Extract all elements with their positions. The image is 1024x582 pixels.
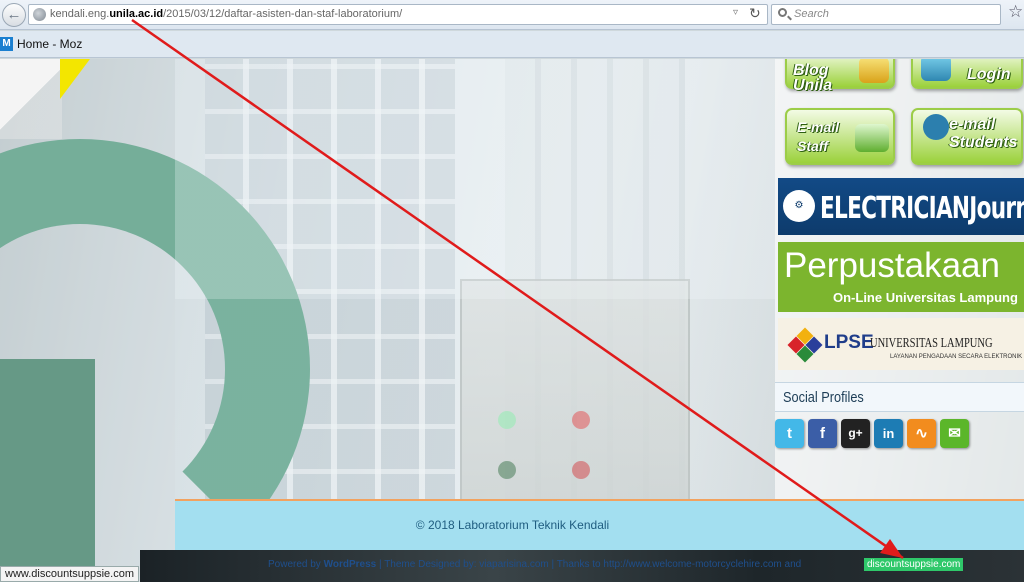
googleplus-icon[interactable]: g+ [841,419,870,448]
electrician-journal-label: ELECTRICIANJournal [820,191,1024,226]
url-dropdown-icon[interactable]: ▿ [733,7,738,18]
lpse-banner[interactable]: LPSE UNIVERSITAS LAMPUNG LAYANAN PENGADA… [778,318,1024,370]
reload-icon[interactable]: ↻ [749,5,761,22]
url-host-domain: unila.ac.id [109,8,164,20]
corner-decoration [0,59,62,139]
address-bar[interactable]: kendali.eng.unila.ac.id/2015/03/12/dafta… [28,4,768,25]
mailbox-icon [855,124,889,152]
url-text[interactable]: kendali.eng.unila.ac.id/2015/03/12/dafta… [50,8,402,20]
search-icon [778,8,787,17]
globe-icon [33,8,46,21]
blog-unila-button[interactable]: Blog Unila [785,59,895,94]
footer-credits: Powered by WordPress | Theme Designed by… [268,559,801,570]
status-url-tooltip: www.discountsuppsie.com [0,566,140,582]
login-icon [921,59,951,81]
bookmark-star-icon[interactable]: ☆ [1008,2,1023,22]
electrician-journal-logo: ⚙ [783,190,815,222]
corner-yellow-triangle [60,59,90,99]
perpustakaan-banner[interactable]: Perpustakaan On-Line Universitas Lampung [778,242,1024,312]
footer-copyright: © 2018 Laboratorium Teknik Kendali [415,518,610,532]
perpustakaan-subtitle: On-Line Universitas Lampung [833,290,1018,305]
search-placeholder: Search [794,8,829,20]
back-arrow-icon[interactable]: ← [2,3,26,27]
at-sign-icon [923,114,949,140]
page-viewport: Blog Unila Login E-mail Staff e-mail Stu… [0,59,1024,582]
social-profiles-header: Social Profiles [775,382,1024,412]
url-host-prefix: kendali.eng. [50,8,110,20]
email-staff-button[interactable]: E-mail Staff [785,108,895,165]
search-input[interactable]: Search [771,4,1001,25]
social-icons-row: t f g+ in ∿ ✉ [775,419,1024,455]
twitter-icon[interactable]: t [775,419,804,448]
login-label: Login [967,66,1011,83]
footer: © 2018 Laboratorium Teknik Kendali [175,501,1024,550]
bookmarks-bar: M Home - Moz [0,31,1024,58]
wordpress-link[interactable]: WordPress [324,559,377,570]
browser-toolbar: ← kendali.eng.unila.ac.id/2015/03/12/daf… [0,0,1024,30]
blog-icon [859,59,889,83]
lpse-university: UNIVERSITAS LAMPUNG [870,336,993,351]
bookmark-home-moz[interactable]: Home - Moz [17,37,82,51]
linkedin-icon[interactable]: in [874,419,903,448]
email-students-button[interactable]: e-mail Students [911,108,1023,165]
lpse-label: LPSE [824,332,874,353]
rss-icon[interactable]: ∿ [907,419,936,448]
moz-icon: M [0,37,13,51]
hovered-link-badge[interactable]: discountsuppsie.com [864,558,964,571]
social-profiles-title: Social Profiles [783,389,864,406]
email-icon[interactable]: ✉ [940,419,969,448]
credits-powered: Powered by [268,559,321,570]
blog-unila-label: Blog Unila [793,62,833,94]
electrician-journal-banner[interactable]: ⚙ ELECTRICIANJournal [778,178,1024,235]
lpse-tagline: LAYANAN PENGADAAN SECARA ELEKTRONIK [890,354,1023,360]
credits-rest[interactable]: | Theme Designed by: viaparisina.com | T… [379,559,801,570]
main-content-area [175,59,775,499]
email-staff-label: E-mail Staff [797,119,840,154]
lpse-logo-icon [787,327,823,363]
perpustakaan-title: Perpustakaan [784,246,1000,285]
facebook-icon[interactable]: f [808,419,837,448]
sidebar: Blog Unila Login E-mail Staff e-mail Stu… [775,59,1024,499]
url-path: /2015/03/12/daftar-asisten-dan-staf-labo… [163,8,403,20]
login-button[interactable]: Login [911,59,1023,89]
